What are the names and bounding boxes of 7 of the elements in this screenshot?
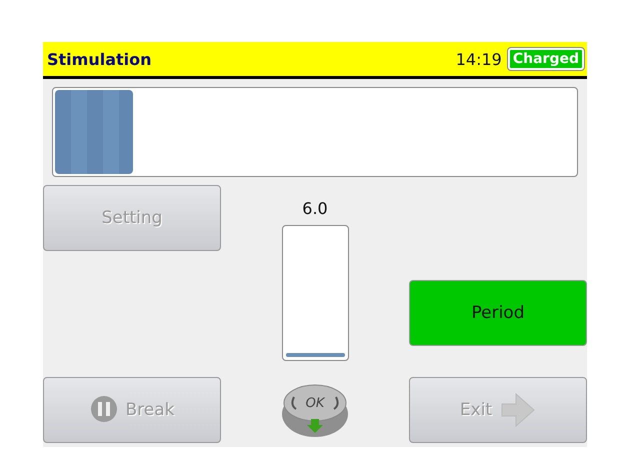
battery-status: Charged	[508, 48, 584, 70]
arrow-right-icon	[500, 392, 536, 428]
screen-title: Stimulation	[47, 50, 153, 68]
pause-icon	[90, 395, 118, 425]
menu-button[interactable]: Period	[409, 280, 587, 346]
clock-time: 14:19	[456, 50, 502, 68]
meter-reading: 6.0	[302, 199, 328, 219]
